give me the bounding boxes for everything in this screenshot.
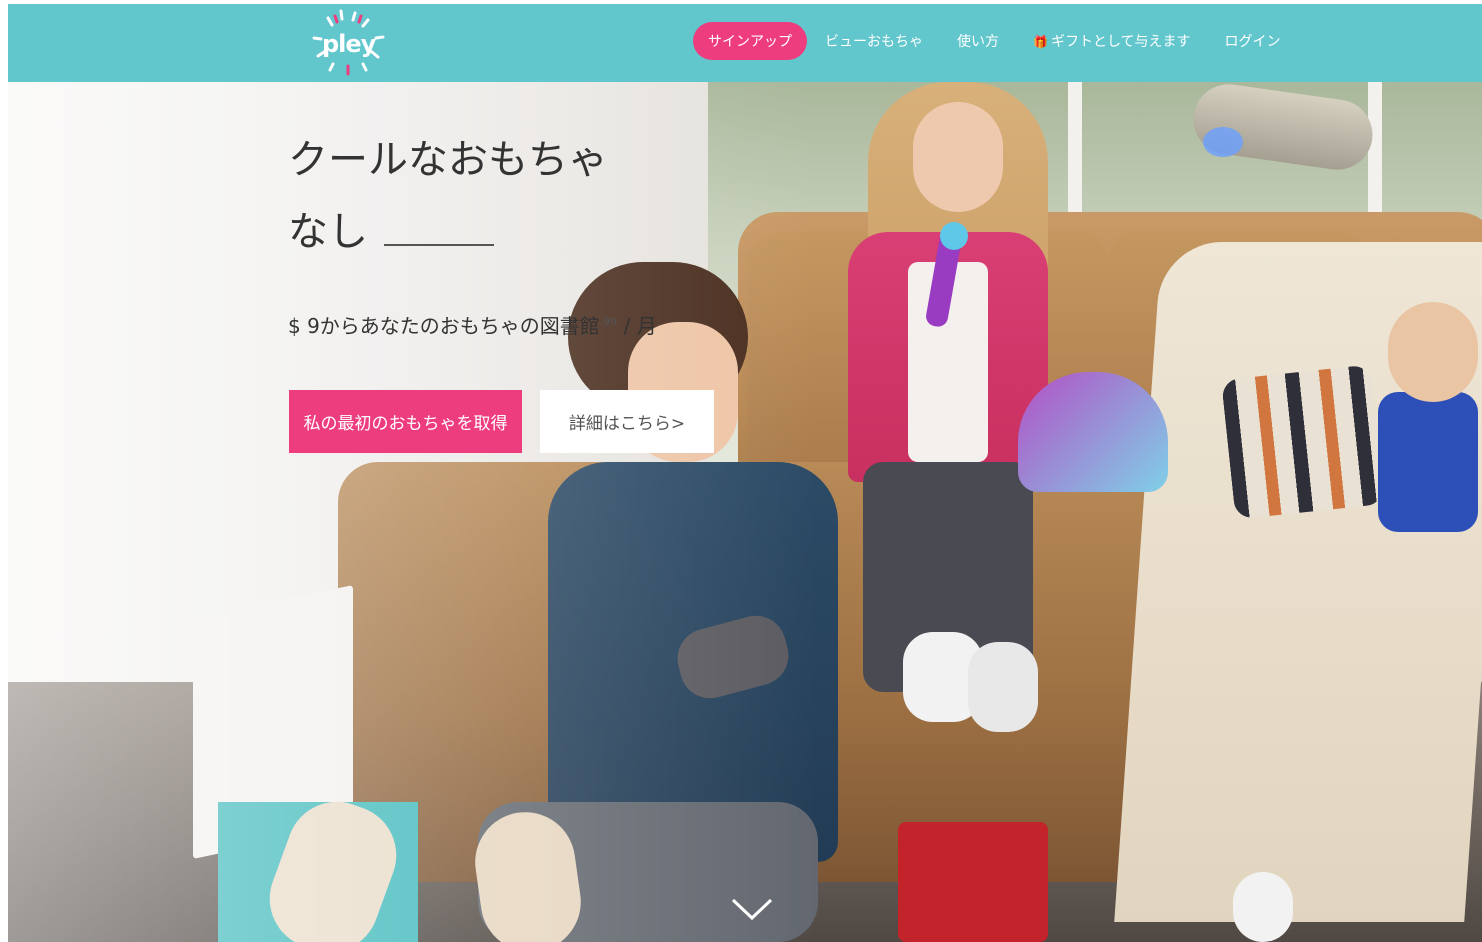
logo-wordmark: pley xyxy=(322,30,376,58)
hero-subheading: $ 9からあなたのおもちゃの図書館.99 / 月 xyxy=(288,310,657,339)
nav-how-it-works[interactable]: 使い方 xyxy=(957,31,999,51)
hero-overlay xyxy=(8,82,1482,942)
get-first-toy-button[interactable]: 私の最初のおもちゃを取得 xyxy=(289,390,522,453)
learn-more-button[interactable]: 詳細はこちら> xyxy=(540,390,714,453)
main-nav: サインアップ ビューおもちゃ 使い方 🎁 ギフトとして与えます ログイン xyxy=(693,22,1315,60)
pley-logo[interactable]: pley xyxy=(308,8,388,78)
headline-line-2-text: なし xyxy=(288,209,368,255)
hero-photo xyxy=(8,82,1482,942)
headline-blank-underline xyxy=(384,244,494,246)
subhead-price-cents: .99 xyxy=(599,315,618,329)
gift-icon: 🎁 xyxy=(1033,35,1048,49)
page-frame: pley サインアップ ビューおもちゃ 使い方 🎁 ギフトとして与えます ログイン xyxy=(8,4,1482,942)
nav-view-toys[interactable]: ビューおもちゃ xyxy=(825,31,923,51)
headline-line-2: なし xyxy=(288,196,608,268)
nav-gift-label: ギフトとして与えます xyxy=(1050,34,1191,50)
nav-login[interactable]: ログイン xyxy=(1225,31,1281,51)
hero-headline: クールなおもちゃ なし xyxy=(288,124,608,268)
nav-signup-button[interactable]: サインアップ xyxy=(693,22,807,60)
chevron-down-icon[interactable] xyxy=(730,892,774,926)
headline-line-1: クールなおもちゃ xyxy=(288,137,608,183)
subhead-price-text: $ 9からあなたのおもちゃの図書館 xyxy=(288,314,600,338)
nav-gift[interactable]: 🎁 ギフトとして与えます xyxy=(1033,31,1191,51)
top-navigation-bar: pley サインアップ ビューおもちゃ 使い方 🎁 ギフトとして与えます ログイン xyxy=(8,4,1482,82)
subhead-per-month: / 月 xyxy=(617,314,657,338)
